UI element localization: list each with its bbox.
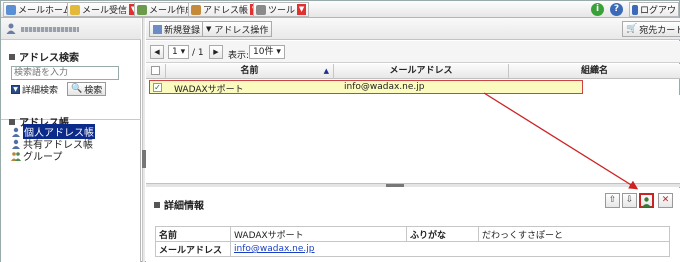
address-operations-dropdown[interactable]: ▼ アドレス操作 [202,21,273,37]
section-bullet-icon [9,53,15,60]
prev-page-icon[interactable]: ◀ [150,45,164,59]
help-icon[interactable]: ? [610,3,623,16]
person-icon [12,127,20,137]
display-label: 表示: [228,51,250,61]
top-menubar: メールホーム メール受信 ▼ メール作成 アドレス帳 ▼ ツール ▼ i ? ロ… [1,1,679,18]
select-all-checkbox[interactable] [151,66,160,75]
address-list-area [146,95,680,183]
col-email[interactable]: メールアドレス [334,64,509,79]
cart-icon: 🛒 [626,24,638,34]
detail-label: 名前 [155,226,231,242]
user-icon [6,23,16,34]
detail-pane: 詳細情報 ⇧ ⇩ ✕ 名前 WADAXサポート ふりがな だわっくすさぽーと メ… [146,188,680,262]
mail-home-icon [6,4,16,15]
row-name: WADAXサポート [174,85,244,95]
edit-contact-icon[interactable] [639,193,654,208]
detail-label: ふりがな [406,226,479,242]
menu-tools[interactable]: ツール ▼ [253,2,310,17]
mail-receive-icon [70,4,80,15]
chevron-down-icon: ▼ [206,25,212,33]
move-up-icon[interactable]: ⇧ [605,193,620,208]
page-select[interactable]: 1 ▾ [168,45,190,59]
recipient-cart-button[interactable]: 🛒 宛先カート [622,21,680,37]
menu-mail-home[interactable]: メールホーム [3,2,75,17]
section-bullet-icon [154,201,160,208]
page-total: / 1 [192,48,204,58]
select-all-col [146,64,166,79]
sort-ascending-icon: ▲ [323,67,329,75]
user-bar [1,18,141,40]
row-checkbox[interactable]: ✓ [153,83,162,92]
address-toolbar: 新規登録 ▼ アドレス操作 🛒 宛先カート [146,18,680,40]
table-row[interactable]: ✓ WADAXサポート info@wadax.ne.jp [149,80,583,95]
detail-row: メールアドレス info@wadax.ne.jp [155,241,670,257]
address-table-header: 名前 ▲ メールアドレス 組織名 [146,64,680,79]
logout-button[interactable]: ログアウ [629,2,679,17]
detail-value: WADAXサポート [230,226,407,242]
user-name-masked [21,27,79,32]
move-down-icon[interactable]: ⇩ [622,193,637,208]
mail-compose-icon [137,4,147,15]
delete-icon[interactable]: ✕ [658,193,673,208]
magnifier-icon: 🔍 [71,84,83,94]
email-link[interactable]: info@wadax.ne.jp [234,244,315,254]
group-icon [11,151,21,161]
left-pane: アドレス検索 ▼ 詳細検索 🔍 検索 アドレス帳 個人アドレス帳 共有アドレス帳… [1,18,141,262]
advanced-search-toggle[interactable]: ▼ 詳細検索 [11,83,58,96]
address-book-icon [191,4,201,15]
advanced-search-checkbox[interactable]: ▼ [11,85,20,94]
search-input[interactable] [11,66,119,80]
tree-item-group[interactable]: グループ [11,150,62,163]
info-icon[interactable]: i [591,3,604,16]
detail-title: 詳細情報 [154,197,204,212]
row-email: info@wadax.ne.jp [344,82,425,92]
new-entry-icon [153,24,162,34]
search-button[interactable]: 🔍 検索 [67,82,107,96]
new-register-button[interactable]: 新規登録 [149,21,205,37]
col-name[interactable]: 名前 ▲ [166,64,334,79]
section-bullet-icon [9,118,15,125]
per-page-select[interactable]: 10件 ▾ [249,45,285,59]
detail-value: だわっくすさぽーと [478,226,670,242]
horizontal-splitter[interactable] [146,183,680,187]
col-org[interactable]: 組織名 [509,64,680,79]
pager-bar: ◀ 1 ▾ / 1 ▶ 表示: 10件 ▾ [146,41,680,63]
detail-row: 名前 WADAXサポート ふりがな だわっくすさぽーと [155,226,670,242]
tools-icon [256,4,266,15]
menu-address-book[interactable]: アドレス帳 ▼ [188,2,263,17]
menu-mail-receive[interactable]: メール受信 ▼ [67,2,142,17]
vertical-splitter[interactable] [142,18,145,262]
detail-label: メールアドレス [155,241,231,257]
splitter-handle[interactable] [386,184,404,187]
shared-person-icon [12,139,20,149]
address-search-title: アドレス検索 [9,49,79,64]
person-edit-icon [642,197,651,207]
dropdown-icon[interactable]: ▼ [297,4,307,15]
next-page-icon[interactable]: ▶ [209,45,223,59]
detail-email-cell: info@wadax.ne.jp [230,241,670,257]
logout-icon [632,4,638,15]
detail-table: 名前 WADAXサポート ふりがな だわっくすさぽーと メールアドレス info… [155,226,670,257]
